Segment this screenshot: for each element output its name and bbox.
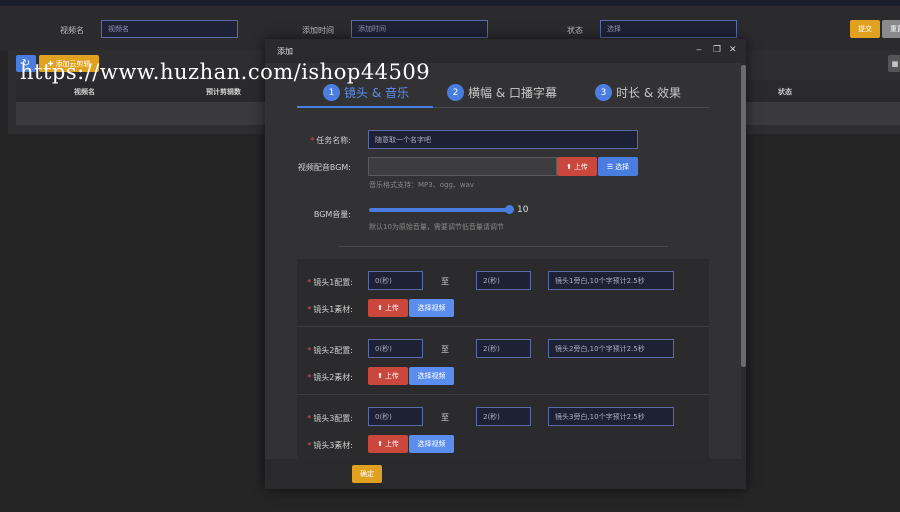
shot-1-end-input[interactable]: 2(秒) <box>476 271 531 290</box>
bgm-file-input[interactable] <box>368 157 557 176</box>
shot-3-material-label: * 镜头3素材: <box>307 441 353 450</box>
upload-icon: ⬆ <box>377 440 383 448</box>
step-1[interactable]: 1 镜头 & 音乐 <box>323 84 409 101</box>
step-3-label: 时长 & 效果 <box>616 86 681 100</box>
reset-button[interactable]: 重置 <box>882 20 900 38</box>
shot-1-select-video-button[interactable]: 选择视频 <box>409 299 454 317</box>
shot-1-start-input[interactable]: 0(秒) <box>368 271 423 290</box>
status-label: 状态 <box>567 26 583 35</box>
bgm-upload-button[interactable]: ⬆ 上传 <box>557 157 597 176</box>
status-select[interactable]: 选择 <box>600 20 737 38</box>
shot-1-box: * 镜头1配置: 0(秒) 至 2(秒) 镜头1旁白,10个字预计2.5秒 * 镜头… <box>297 259 709 327</box>
bgm-select-button[interactable]: ☰ 选择 <box>598 157 638 176</box>
bgm-volume-label: BGM音量: <box>313 210 351 219</box>
add-time-input[interactable]: 添加时间 <box>351 20 488 38</box>
step-2[interactable]: 2 横幅 & 口播字幕 <box>447 84 557 101</box>
shot-1-material-label: * 镜头1素材: <box>307 305 353 314</box>
shot-3-select-video-button[interactable]: 选择视频 <box>409 435 454 453</box>
minimize-icon[interactable]: ‒ <box>696 45 702 55</box>
shot-2-select-video-button[interactable]: 选择视频 <box>409 367 454 385</box>
confirm-button[interactable]: 确定 <box>352 465 382 483</box>
shot-3-config-label: * 镜头3配置: <box>307 414 353 423</box>
step-3-number: 3 <box>595 84 612 101</box>
step-1-number: 1 <box>323 84 340 101</box>
shot-2-config-label: * 镜头2配置: <box>307 346 353 355</box>
shot-1-upload-button[interactable]: ⬆ 上传 <box>368 299 408 317</box>
shot-3-end-input[interactable]: 2(秒) <box>476 407 531 426</box>
dialog-footer: 确定 <box>265 459 746 489</box>
shot-1-config-label: * 镜头1配置: <box>307 278 353 287</box>
status-select-value: 选择 <box>607 25 621 33</box>
shot-1-to-label: 至 <box>441 277 449 286</box>
submit-button[interactable]: 提交 <box>850 20 880 38</box>
section-divider <box>339 246 668 247</box>
volume-hint: 默认10为原始音量，需要调节低音量请调节 <box>369 223 504 231</box>
task-name-label: * 任务名称: <box>310 136 351 145</box>
shot-2-end-input[interactable]: 2(秒) <box>476 339 531 358</box>
watermark-url: https://www.huzhan.com/ishop44509 <box>20 60 431 84</box>
step-active-indicator <box>297 106 433 108</box>
add-dialog: 添加 ‒ ❐ ✕ 1 镜头 & 音乐 2 横幅 & 口播字幕 3 时长 & 效果… <box>265 39 746 489</box>
column-estimate: 预计剪辑数 <box>206 88 241 96</box>
shot-3-desc-input[interactable]: 镜头3旁白,10个字预计2.5秒 <box>548 407 674 426</box>
add-time-label: 添加时间 <box>302 26 334 35</box>
step-1-label: 镜头 & 音乐 <box>344 86 409 100</box>
video-name-label: 视频名 <box>60 26 84 35</box>
close-icon[interactable]: ✕ <box>729 45 737 55</box>
shot-1-desc-input[interactable]: 镜头1旁白,10个字预计2.5秒 <box>548 271 674 290</box>
upload-icon: ⬆ <box>377 372 383 380</box>
list-icon: ☰ <box>606 162 614 171</box>
maximize-icon[interactable]: ❐ <box>713 45 721 55</box>
shot-2-desc-input[interactable]: 镜头2旁白,10个字预计2.5秒 <box>548 339 674 358</box>
volume-slider-track[interactable] <box>369 208 510 212</box>
upload-icon: ⬆ <box>566 162 572 171</box>
grid-icon: ▦ <box>891 59 899 68</box>
shot-3-box: * 镜头3配置: 0(秒) 至 2(秒) 镜头3旁白,10个字预计2.5秒 * 镜头… <box>297 395 709 459</box>
column-toggle-button[interactable]: ▦ <box>888 55 900 72</box>
bgm-format-hint: 音乐格式支持：MP3、ogg、wav <box>369 181 475 189</box>
task-name-input[interactable]: 随意取一个名字吧 <box>368 130 638 149</box>
volume-slider-handle[interactable] <box>505 205 514 214</box>
shot-2-material-label: * 镜头2素材: <box>307 373 353 382</box>
column-status: 状态 <box>778 88 792 96</box>
shot-3-start-input[interactable]: 0(秒) <box>368 407 423 426</box>
dialog-scrollbar-thumb[interactable] <box>741 65 746 367</box>
step-2-label: 横幅 & 口播字幕 <box>468 86 557 100</box>
shot-3-to-label: 至 <box>441 413 449 422</box>
video-name-input[interactable]: 视频名 <box>101 20 238 38</box>
shot-2-upload-button[interactable]: ⬆ 上传 <box>368 367 408 385</box>
bgm-label: 视频配音BGM: <box>297 163 351 172</box>
upload-icon: ⬆ <box>377 304 383 312</box>
shot-2-start-input[interactable]: 0(秒) <box>368 339 423 358</box>
column-video-name: 视频名 <box>74 88 95 96</box>
shot-2-to-label: 至 <box>441 345 449 354</box>
step-3[interactable]: 3 时长 & 效果 <box>595 84 681 101</box>
shot-2-box: * 镜头2配置: 0(秒) 至 2(秒) 镜头2旁白,10个字预计2.5秒 * 镜头… <box>297 327 709 395</box>
shot-3-upload-button[interactable]: ⬆ 上传 <box>368 435 408 453</box>
dialog-title: 添加 <box>277 47 293 56</box>
step-2-number: 2 <box>447 84 464 101</box>
volume-value: 10 <box>517 205 529 215</box>
